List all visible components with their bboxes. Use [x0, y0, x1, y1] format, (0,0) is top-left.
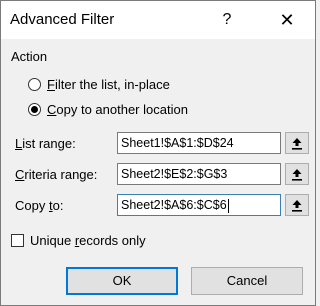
copy-to-location-label: Copy to another location	[47, 101, 188, 117]
filter-in-place-radio[interactable]	[28, 77, 41, 91]
collapse-dialog-icon	[292, 137, 302, 150]
title-bar[interactable]: Advanced Filter ? ✕	[1, 1, 315, 39]
criteria-range-input[interactable]: Sheet2!$E$2:$G$3	[117, 163, 281, 185]
collapse-dialog-icon	[292, 199, 302, 212]
list-range-input[interactable]: Sheet1!$A$1:$D$24	[117, 132, 281, 154]
copy-to-input[interactable]: Sheet2!$A$6:$C$6	[117, 194, 281, 216]
unique-records-option[interactable]: Unique records only	[11, 233, 146, 248]
unique-records-label: Unique records only	[30, 233, 146, 248]
criteria-range-collapse-button[interactable]	[285, 163, 309, 185]
filter-in-place-option[interactable]: Filter the list, in-place	[28, 75, 170, 93]
criteria-range-label: Criteria range:	[15, 167, 98, 182]
advanced-filter-dialog: Advanced Filter ? ✕ Action Filter the li…	[0, 0, 316, 306]
list-range-label: List range:	[15, 136, 76, 151]
help-button[interactable]: ?	[213, 7, 241, 33]
text-caret	[227, 198, 229, 213]
collapse-dialog-icon	[292, 168, 302, 181]
copy-to-location-radio[interactable]	[28, 102, 41, 116]
filter-in-place-label: Filter the list, in-place	[47, 76, 170, 92]
copy-to-collapse-button[interactable]	[285, 194, 309, 216]
cancel-button[interactable]: Cancel	[191, 267, 303, 295]
close-button[interactable]: ✕	[273, 7, 301, 33]
copy-to-location-option[interactable]: Copy to another location	[28, 100, 188, 118]
action-group-label: Action	[11, 49, 48, 64]
copy-to-label: Copy to:	[15, 198, 64, 213]
list-range-collapse-button[interactable]	[285, 132, 309, 154]
dialog-title: Advanced Filter	[10, 11, 115, 28]
action-group: Action Filter the list, in-place Copy to…	[8, 49, 309, 249]
ok-button[interactable]: OK	[66, 267, 178, 295]
unique-records-checkbox[interactable]	[11, 234, 24, 247]
